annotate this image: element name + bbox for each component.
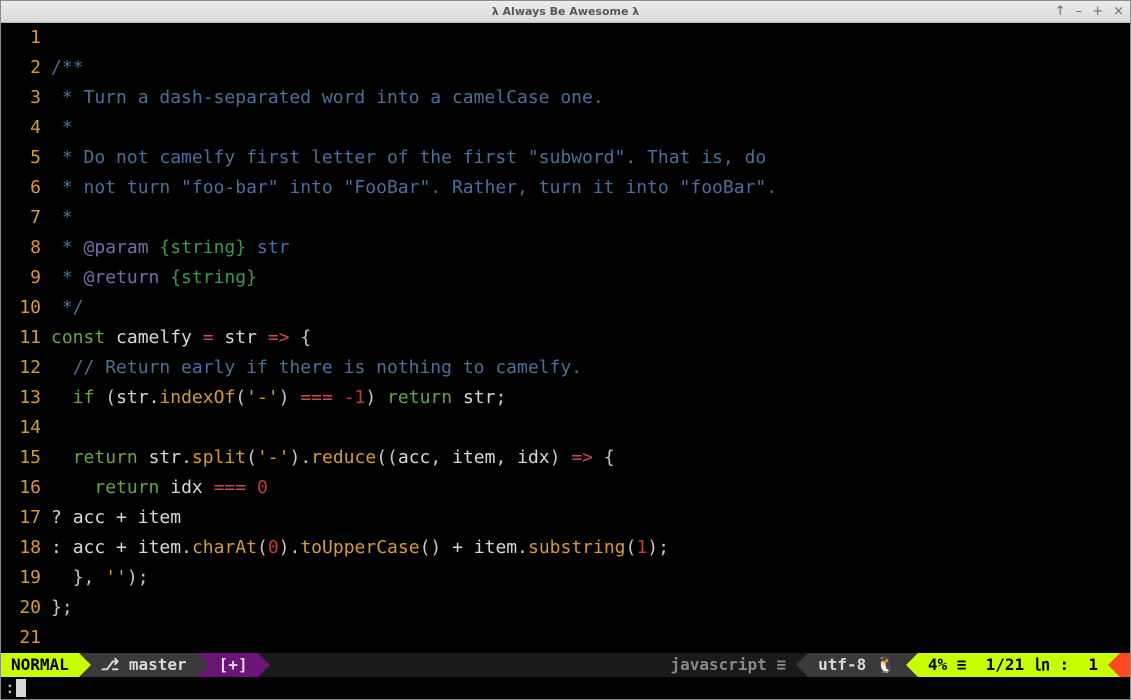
separator-icon <box>906 653 918 677</box>
code-area[interactable]: /** * Turn a dash-separated word into a … <box>51 23 1126 653</box>
line-number: 13 <box>1 383 41 413</box>
line-number: 8 <box>1 233 41 263</box>
code-line[interactable]: const camelfy = str => { <box>51 323 1126 353</box>
line-number-gutter: 123456789101112131415161718192021 <box>1 23 47 653</box>
branch-segment: ⎇ master <box>91 653 197 677</box>
ln-icon: ㏑ <box>1034 653 1050 677</box>
window-min-icon[interactable]: – <box>1076 4 1083 19</box>
encoding-text: utf-8 <box>818 653 866 677</box>
app-window: λ Always Be Awesome λ ↑ – + × 1234567891… <box>0 0 1131 700</box>
command-line[interactable]: : <box>1 677 1130 699</box>
statusline-spacer <box>270 653 661 677</box>
line-number: 17 <box>1 503 41 533</box>
col-text: 1 <box>1088 653 1098 677</box>
line-number: 6 <box>1 173 41 203</box>
line-number: 10 <box>1 293 41 323</box>
code-line[interactable]: return str.split('-').reduce((acc, item,… <box>51 443 1126 473</box>
lineinfo-text: 1/21 <box>986 653 1025 677</box>
window-max-icon[interactable]: + <box>1092 4 1103 19</box>
code-line[interactable]: // Return early if there is nothing to c… <box>51 353 1126 383</box>
modified-segment: [+] <box>209 653 258 677</box>
line-number: 5 <box>1 143 41 173</box>
window-title: λ Always Be Awesome λ <box>492 5 640 18</box>
mode-segment: NORMAL <box>1 653 79 677</box>
line-number: 11 <box>1 323 41 353</box>
line-number: 15 <box>1 443 41 473</box>
line-number: 3 <box>1 83 41 113</box>
branch-name: master <box>129 653 187 677</box>
position-segment: 4% ≡ 1/21 ㏑ : 1 <box>918 653 1108 677</box>
line-number: 14 <box>1 413 41 443</box>
code-line[interactable] <box>51 23 1126 53</box>
line-number: 1 <box>1 23 41 53</box>
encoding-segment: utf-8 🐧 <box>808 653 906 677</box>
filetype-icon: ≡ <box>776 653 786 677</box>
filetype-text: javascript <box>670 653 766 677</box>
window-up-icon[interactable]: ↑ <box>1055 4 1066 19</box>
code-line[interactable]: * @param {string} str <box>51 233 1126 263</box>
line-number: 21 <box>1 623 41 653</box>
window-controls: ↑ – + × <box>1055 4 1124 19</box>
line-number: 4 <box>1 113 41 143</box>
code-line[interactable]: return idx === 0 <box>51 473 1126 503</box>
window-close-icon[interactable]: × <box>1113 4 1124 19</box>
statusline: NORMAL ⎇ master [+] javascript ≡ utf-8 🐧 <box>1 653 1130 677</box>
separator-icon <box>79 653 91 677</box>
code-line[interactable]: }, ''); <box>51 563 1126 593</box>
line-number: 7 <box>1 203 41 233</box>
modified-flag: [+] <box>219 653 248 677</box>
line-number: 2 <box>1 53 41 83</box>
code-line[interactable]: /** <box>51 53 1126 83</box>
separator-icon <box>197 653 209 677</box>
code-line[interactable]: * @return {string} <box>51 263 1126 293</box>
code-line[interactable] <box>51 623 1126 653</box>
code-line[interactable]: * <box>51 203 1126 233</box>
line-number: 20 <box>1 593 41 623</box>
code-line[interactable]: ? acc + item <box>51 503 1126 533</box>
line-number: 12 <box>1 353 41 383</box>
code-line[interactable]: * Do not camelfy first letter of the fir… <box>51 143 1126 173</box>
percent-icon: ≡ <box>957 653 967 677</box>
line-number: 19 <box>1 563 41 593</box>
separator-icon <box>796 653 808 677</box>
code-line[interactable]: if (str.indexOf('-') === -1) return str; <box>51 383 1126 413</box>
code-line[interactable]: * not turn "foo-bar" into "FooBar". Rath… <box>51 173 1126 203</box>
line-number: 18 <box>1 533 41 563</box>
filetype-segment: javascript ≡ <box>660 653 796 677</box>
code-line[interactable] <box>51 413 1126 443</box>
mode-text: NORMAL <box>11 653 69 677</box>
separator-icon <box>258 653 270 677</box>
col-sep: : <box>1059 653 1069 677</box>
cursor-icon <box>16 679 26 697</box>
os-icon: 🐧 <box>876 653 896 677</box>
warning-segment <box>1120 653 1130 677</box>
cmd-prompt: : <box>5 677 15 699</box>
line-number: 9 <box>1 263 41 293</box>
code-line[interactable]: }; <box>51 593 1126 623</box>
separator-icon <box>1108 653 1120 677</box>
line-number: 16 <box>1 473 41 503</box>
branch-icon: ⎇ <box>101 653 119 677</box>
terminal[interactable]: 123456789101112131415161718192021 /** * … <box>1 23 1130 699</box>
code-line[interactable]: */ <box>51 293 1126 323</box>
code-line[interactable]: : acc + item.charAt(0).toUpperCase() + i… <box>51 533 1126 563</box>
percent-text: 4% <box>928 653 947 677</box>
code-line[interactable]: * <box>51 113 1126 143</box>
titlebar[interactable]: λ Always Be Awesome λ ↑ – + × <box>1 1 1130 23</box>
code-line[interactable]: * Turn a dash-separated word into a came… <box>51 83 1126 113</box>
